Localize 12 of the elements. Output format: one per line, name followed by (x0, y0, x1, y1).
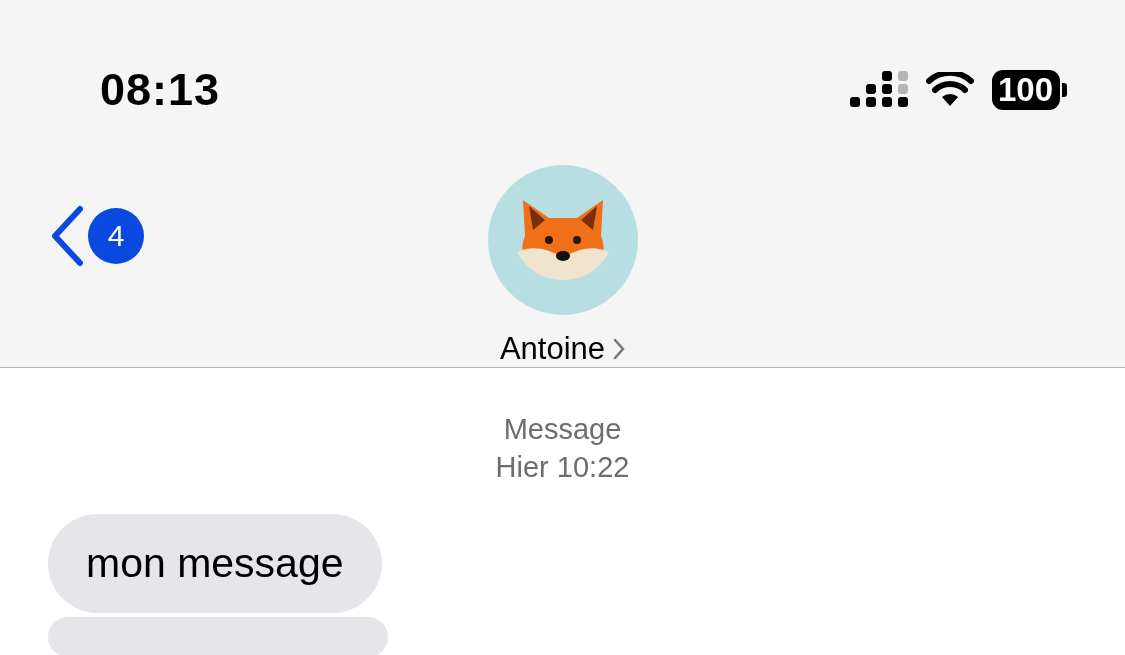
back-button[interactable]: 4 (50, 205, 144, 267)
service-label: Message (503, 412, 622, 447)
chevron-left-icon (50, 205, 84, 267)
unread-badge: 4 (88, 208, 144, 264)
timestamp: Hier 10:22 (495, 450, 630, 485)
message-bubble: mon message (48, 514, 382, 613)
signal-icon (849, 71, 908, 109)
battery-indicator: 100 (991, 70, 1067, 110)
status-time: 08:13 (100, 64, 221, 116)
wifi-icon (925, 72, 974, 108)
chevron-right-icon (613, 338, 626, 360)
contact-name[interactable]: Antoine (499, 331, 626, 367)
